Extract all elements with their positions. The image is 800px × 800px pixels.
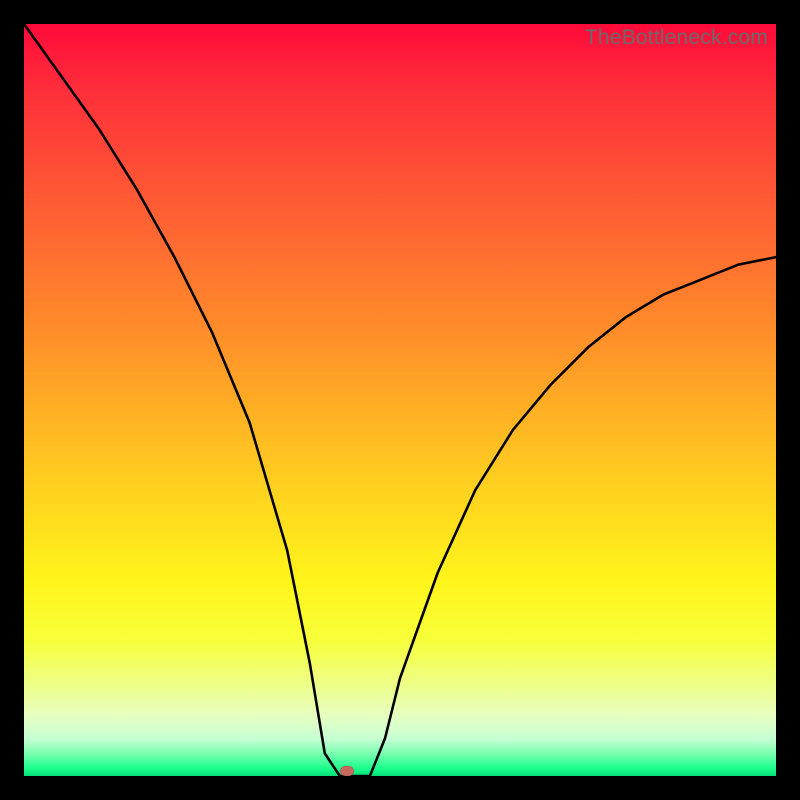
curve-path xyxy=(24,24,776,776)
plot-area: TheBottleneck.com xyxy=(24,24,776,776)
chart-frame: TheBottleneck.com xyxy=(0,0,800,800)
optimum-marker xyxy=(340,766,354,776)
bottleneck-curve xyxy=(24,24,776,776)
